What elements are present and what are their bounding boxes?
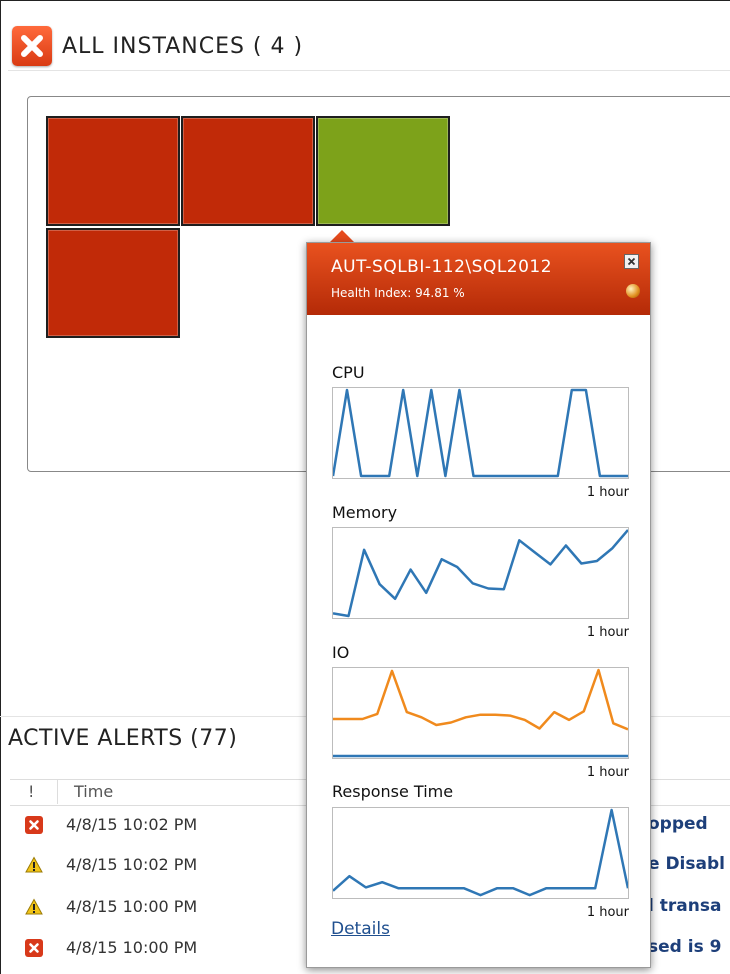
response-time-sparkline: [332, 807, 629, 899]
alert-message[interactable]: opped: [648, 814, 708, 834]
alert-time: 4/8/15 10:02 PM: [66, 855, 198, 874]
memory-series-line: [333, 529, 628, 618]
metric-label-response-time: Response Time: [332, 782, 454, 801]
metric-label-io: IO: [332, 643, 350, 662]
instance-popup: AUT-SQLBI-112\SQL2012 Health Index: 94.8…: [306, 242, 651, 968]
column-header-time[interactable]: Time: [74, 782, 113, 801]
close-icon[interactable]: [624, 254, 639, 269]
response-time-timespan: 1 hour: [586, 905, 629, 920]
error-x-icon: [12, 26, 52, 66]
metric-label-memory: Memory: [332, 503, 398, 522]
instance-name: AUT-SQLBI-112\SQL2012: [331, 257, 553, 277]
alert-time: 4/8/15 10:00 PM: [66, 897, 198, 916]
details-link[interactable]: Details: [331, 919, 390, 939]
instance-tile-2[interactable]: [181, 116, 315, 226]
column-separator: [57, 780, 58, 804]
alert-message[interactable]: sed is 9: [648, 937, 721, 957]
metric-label-cpu: CPU: [332, 363, 365, 382]
instance-tile-3[interactable]: [316, 116, 450, 226]
memory-sparkline: [332, 527, 629, 619]
cpu-series-line: [333, 388, 628, 478]
alert-time: 4/8/15 10:02 PM: [66, 815, 198, 834]
io-sparkline: [332, 667, 629, 759]
warning-triangle-icon: [25, 898, 43, 915]
cpu-sparkline: [332, 387, 629, 479]
column-header-severity[interactable]: !: [28, 782, 34, 801]
instance-tile-1[interactable]: [46, 116, 180, 226]
health-index: Health Index: 94.81 %: [331, 286, 465, 300]
error-x-icon: [25, 816, 43, 834]
memory-timespan: 1 hour: [586, 625, 629, 640]
response-time-series-line: [333, 808, 628, 897]
io-timespan: 1 hour: [586, 765, 629, 780]
popup-header: AUT-SQLBI-112\SQL2012 Health Index: 94.8…: [307, 243, 650, 315]
globe-icon[interactable]: [626, 284, 640, 298]
io-series-line: [333, 668, 628, 731]
alert-message[interactable]: l transa: [648, 896, 721, 916]
header-divider: [8, 70, 730, 71]
alert-message[interactable]: e Disabl: [648, 854, 725, 874]
cpu-timespan: 1 hour: [586, 485, 629, 500]
error-x-icon: [25, 939, 43, 957]
page-title: ALL INSTANCES ( 4 ): [62, 33, 304, 59]
instances-header: ALL INSTANCES ( 4 ): [12, 26, 303, 66]
warning-triangle-icon: [25, 856, 43, 873]
alerts-title: ACTIVE ALERTS (77): [8, 726, 238, 751]
instance-tile-4[interactable]: [46, 228, 180, 338]
alert-time: 4/8/15 10:00 PM: [66, 938, 198, 957]
